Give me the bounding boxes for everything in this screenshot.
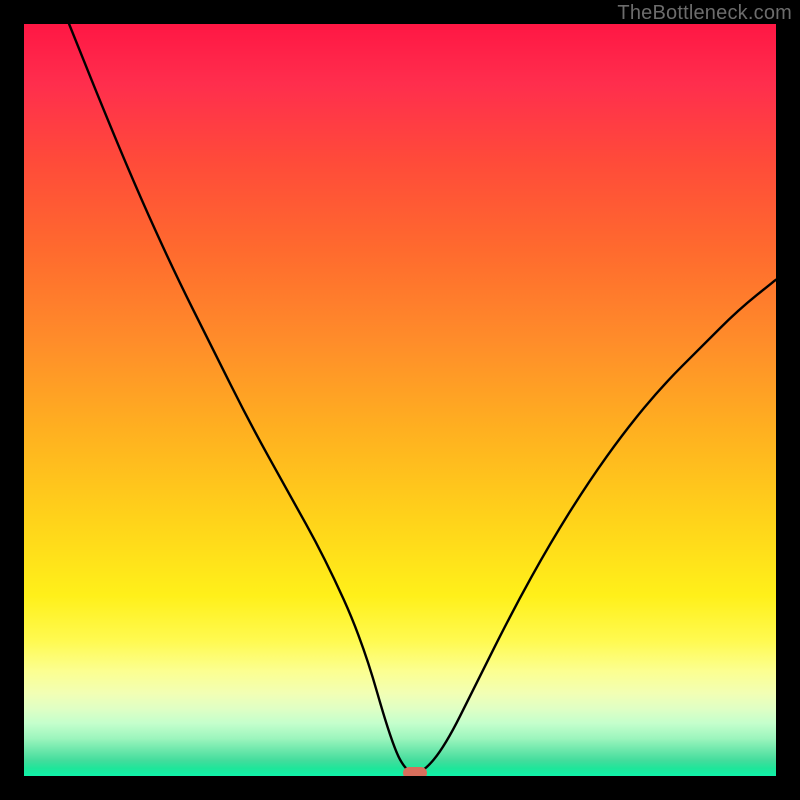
- optimal-marker: [403, 767, 427, 776]
- plot-area: [24, 24, 776, 776]
- watermark-text: TheBottleneck.com: [617, 2, 792, 25]
- bottleneck-curve: [69, 24, 776, 773]
- chart-frame: TheBottleneck.com: [0, 0, 800, 800]
- curve-layer: [24, 24, 776, 776]
